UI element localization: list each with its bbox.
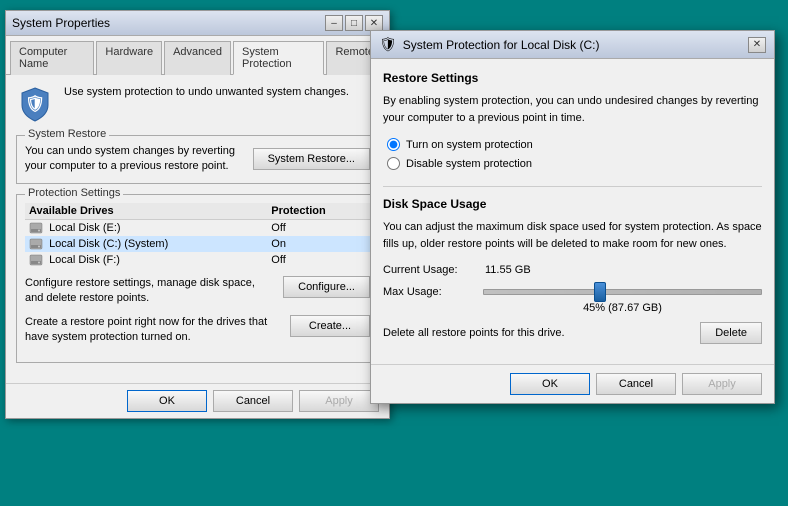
disk-space-description: You can adjust the maximum disk space us… [383, 219, 762, 252]
shield-icon: 🛡 [16, 85, 54, 123]
protection-table: Available Drives Protection Local Disk (… [25, 203, 370, 268]
sp-bottom-buttons: OK Cancel Apply [371, 364, 774, 403]
cancel-button[interactable]: Cancel [213, 390, 293, 412]
protection-group-title: Protection Settings [25, 187, 123, 199]
create-text: Create a restore point right now for the… [25, 315, 282, 346]
disk-space-title: Disk Space Usage [383, 197, 762, 211]
max-usage-row: Max Usage: [383, 286, 762, 298]
restore-row: You can undo system changes by reverting… [25, 144, 370, 175]
drive-icon-e [29, 222, 49, 234]
system-properties-window: System Properties – □ ✕ Computer Name Ha… [5, 10, 390, 419]
radio-turn-on[interactable] [387, 138, 400, 151]
option-disable-label: Disable system protection [406, 158, 532, 170]
system-restore-group: System Restore You can undo system chang… [16, 135, 379, 184]
sp-dialog-title: System Protection for Local Disk (C:) [403, 38, 600, 52]
drive-name-f: Local Disk (F:) [25, 252, 267, 268]
sp-close-button[interactable]: ✕ [748, 37, 766, 53]
sp-title-left: 🛡 System Protection for Local Disk (C:) [379, 36, 600, 53]
configure-text: Configure restore settings, manage disk … [25, 276, 275, 307]
slider-percentage: 45% (87.67 GB) [483, 302, 762, 314]
sp-title-shield-icon: 🛡 [379, 36, 397, 53]
table-row[interactable]: Local Disk (F:) Off [25, 252, 370, 268]
close-button[interactable]: ✕ [365, 15, 383, 31]
tab-computer-name[interactable]: Computer Name [10, 41, 94, 75]
current-usage-value: 11.55 GB [485, 264, 531, 276]
option-disable[interactable]: Disable system protection [387, 157, 762, 170]
ok-button[interactable]: OK [127, 390, 207, 412]
restore-options-group: Turn on system protection Disable system… [383, 138, 762, 170]
svg-text:🛡: 🛡 [25, 94, 45, 113]
max-usage-label: Max Usage: [383, 286, 473, 298]
drive-protection-e: Off [267, 219, 370, 236]
sp-apply-button[interactable]: Apply [682, 373, 762, 395]
restore-settings-title: Restore Settings [383, 71, 762, 85]
current-usage-label: Current Usage: [383, 264, 473, 276]
drive-icon-f [29, 254, 49, 266]
create-button[interactable]: Create... [290, 315, 370, 337]
sys-props-title: System Properties [12, 16, 110, 30]
slider-thumb[interactable] [594, 282, 606, 302]
create-row: Create a restore point right now for the… [25, 315, 370, 346]
drive-protection-f: Off [267, 252, 370, 268]
delete-row: Delete all restore points for this drive… [383, 322, 762, 344]
sp-ok-button[interactable]: OK [510, 373, 590, 395]
sp-titlebar: 🛡 System Protection for Local Disk (C:) … [371, 31, 774, 59]
maximize-button[interactable]: □ [345, 15, 363, 31]
delete-button[interactable]: Delete [700, 322, 762, 344]
sys-props-bottom-buttons: OK Cancel Apply [6, 383, 389, 418]
table-row[interactable]: Local Disk (E:) Off [25, 219, 370, 236]
section-divider [383, 186, 762, 187]
sys-props-titlebar: System Properties – □ ✕ [6, 11, 389, 36]
sp-cancel-button[interactable]: Cancel [596, 373, 676, 395]
radio-disable[interactable] [387, 157, 400, 170]
current-usage-row: Current Usage: 11.55 GB [383, 264, 762, 276]
restore-settings-description: By enabling system protection, you can u… [383, 93, 762, 126]
drive-name-c: Local Disk (C:) (System) [25, 236, 267, 252]
delete-text: Delete all restore points for this drive… [383, 327, 565, 339]
tabs-bar: Computer Name Hardware Advanced System P… [6, 36, 389, 75]
titlebar-controls: – □ ✕ [325, 15, 383, 31]
sp-dialog: 🛡 System Protection for Local Disk (C:) … [370, 30, 775, 404]
info-text: Use system protection to undo unwanted s… [64, 85, 349, 100]
restore-description: You can undo system changes by reverting… [25, 144, 243, 175]
drive-protection-c: On [267, 236, 370, 252]
table-row[interactable]: Local Disk (C:) (System) On [25, 236, 370, 252]
drive-icon-c [29, 238, 49, 250]
col-header-protection: Protection [267, 203, 370, 220]
option-turn-on-label: Turn on system protection [406, 139, 533, 151]
minimize-button[interactable]: – [325, 15, 343, 31]
sys-props-content: 🛡 Use system protection to undo unwanted… [6, 75, 389, 383]
system-restore-button[interactable]: System Restore... [253, 148, 370, 170]
configure-button[interactable]: Configure... [283, 276, 370, 298]
slider-track [483, 289, 762, 295]
tab-advanced[interactable]: Advanced [164, 41, 231, 75]
option-turn-on[interactable]: Turn on system protection [387, 138, 762, 151]
protection-settings-group: Protection Settings Available Drives Pro… [16, 194, 379, 363]
tab-system-protection[interactable]: System Protection [233, 41, 324, 75]
sp-content: Restore Settings By enabling system prot… [371, 59, 774, 364]
drive-name-e: Local Disk (E:) [25, 219, 267, 236]
tab-hardware[interactable]: Hardware [96, 41, 162, 75]
col-header-drives: Available Drives [25, 203, 267, 220]
restore-group-title: System Restore [25, 128, 109, 140]
sp-titlebar-controls: ✕ [748, 37, 766, 53]
configure-row: Configure restore settings, manage disk … [25, 276, 370, 307]
apply-button[interactable]: Apply [299, 390, 379, 412]
info-section: 🛡 Use system protection to undo unwanted… [16, 85, 379, 123]
